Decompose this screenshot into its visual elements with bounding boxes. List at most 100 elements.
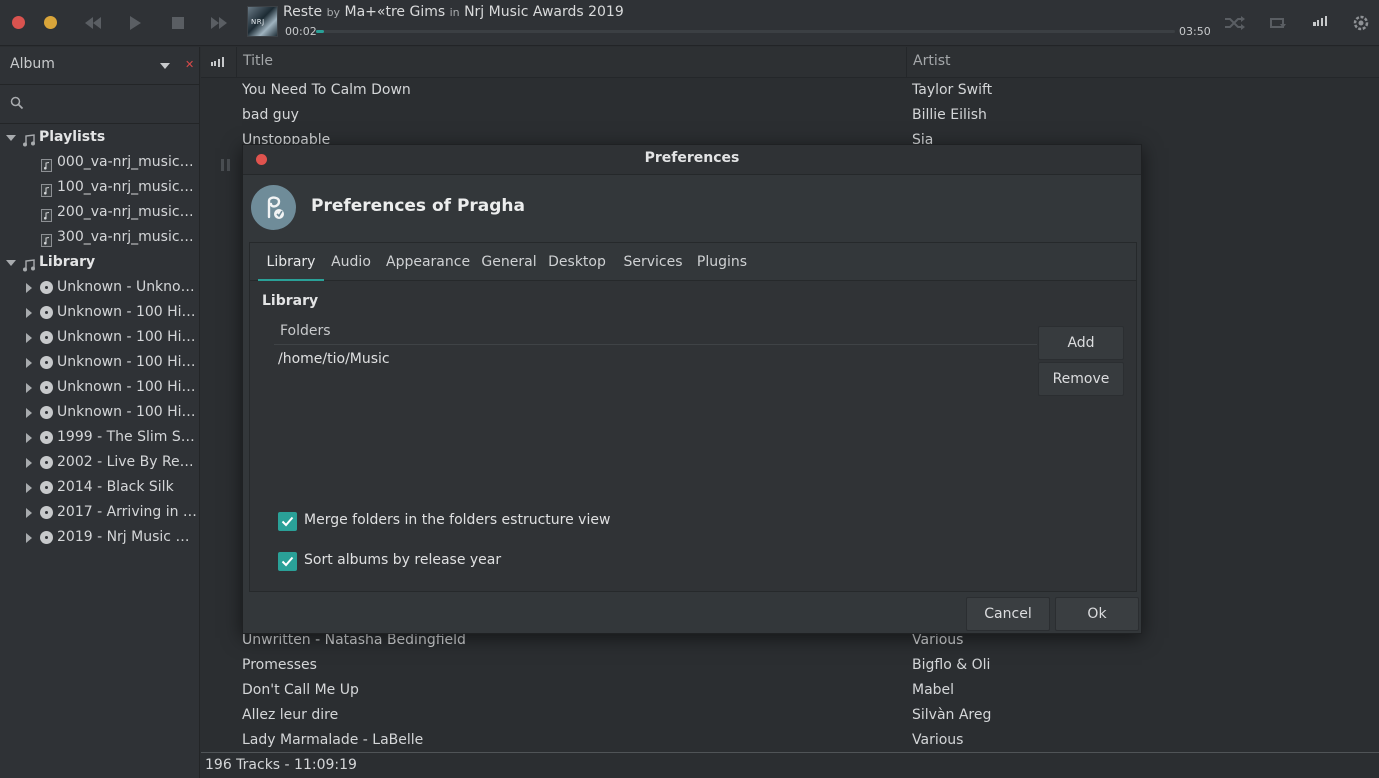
window-close-button[interactable] — [12, 16, 25, 29]
tree-playlist-item-label: 100_va-nrj_music_aw… — [57, 179, 197, 195]
tree-album-item[interactable]: 1999 - The Slim Shady… — [0, 425, 200, 450]
tree-album-item[interactable]: Unknown - Unknown … — [0, 275, 200, 300]
tab-library[interactable]: Library — [258, 243, 324, 281]
close-icon[interactable]: ✕ — [185, 58, 194, 71]
expander-right-icon[interactable] — [26, 508, 32, 518]
add-folder-button[interactable]: Add — [1038, 326, 1124, 360]
next-track-button[interactable] — [208, 12, 230, 34]
cancel-button[interactable]: Cancel — [966, 597, 1050, 631]
album-cover-thumbnail[interactable]: NRJ — [247, 6, 278, 37]
track-row[interactable]: You Need To Calm Down Taylor Swift — [201, 78, 1379, 103]
tab-audio[interactable]: Audio — [328, 243, 374, 281]
track-artist: Billie Eilish — [912, 107, 987, 123]
tree-album-item[interactable]: Unknown - 100 Hits C… — [0, 300, 200, 325]
previous-track-button[interactable] — [82, 12, 104, 34]
tree-library-header[interactable]: Library — [0, 250, 200, 275]
track-row[interactable]: Promesses Bigflo & Oli — [201, 653, 1379, 678]
shuffle-button[interactable] — [1224, 12, 1246, 34]
dialog-title: Preferences — [644, 150, 740, 166]
progress-bar[interactable] — [316, 30, 1175, 33]
remove-folder-button[interactable]: Remove — [1038, 362, 1124, 396]
folder-item[interactable]: /home/tio/Music — [278, 351, 390, 367]
expander-right-icon[interactable] — [26, 533, 32, 543]
play-button[interactable] — [124, 12, 146, 34]
sort-albums-checkbox[interactable] — [278, 552, 297, 571]
tree-album-item[interactable]: 2002 - Live By Request — [0, 450, 200, 475]
expander-right-icon[interactable] — [26, 458, 32, 468]
tree-playlist-item[interactable]: 000_va-nrj_music_aw… — [0, 150, 200, 175]
repeat-icon — [1270, 18, 1286, 28]
track-title: Don't Call Me Up — [242, 682, 359, 698]
tree-album-item[interactable]: 2014 - Black Silk — [0, 475, 200, 500]
checkmark-icon — [281, 516, 294, 527]
expander-down-icon[interactable] — [6, 260, 16, 266]
tree-playlist-item-label: 000_va-nrj_music_aw… — [57, 154, 197, 170]
column-header-title[interactable]: Title — [243, 53, 273, 69]
status-bar: 196 Tracks - 11:09:19 — [201, 752, 1379, 778]
playing-indicator-icon — [211, 57, 224, 67]
expander-right-icon[interactable] — [26, 358, 32, 368]
disc-icon — [40, 431, 53, 444]
pragha-logo-icon — [251, 185, 296, 230]
tree-album-item[interactable]: Unknown - 100 Hits C… — [0, 325, 200, 350]
tab-services[interactable]: Services — [620, 243, 686, 281]
tree-playlist-item[interactable]: 100_va-nrj_music_aw… — [0, 175, 200, 200]
elapsed-time: 00:02 — [285, 25, 317, 38]
tab-appearance[interactable]: Appearance — [386, 243, 470, 281]
preferences-notebook: Library Audio Appearance General Desktop Serv… — [249, 242, 1137, 592]
dialog-titlebar: Preferences — [243, 145, 1141, 175]
library-search-field[interactable] — [0, 86, 200, 124]
library-view-selector[interactable]: Album ✕ — [0, 47, 200, 85]
expander-right-icon[interactable] — [26, 333, 32, 343]
playlist-file-icon — [41, 181, 54, 197]
ok-button[interactable]: Ok — [1055, 597, 1139, 631]
preferences-tabs: Library Audio Appearance General Desktop Serv… — [250, 243, 1136, 281]
now-playing-by: by — [326, 6, 341, 19]
tree-album-item[interactable]: 2017 - Arriving in Aut… — [0, 500, 200, 525]
stop-button[interactable] — [167, 12, 189, 34]
disc-icon — [40, 331, 53, 344]
chevron-down-icon[interactable] — [160, 63, 170, 69]
tree-playlist-item[interactable]: 300_va-nrj_music_aw… — [0, 225, 200, 250]
music-note-icon — [22, 131, 35, 147]
track-row[interactable]: bad guy Billie Eilish — [201, 103, 1379, 128]
track-row[interactable]: Lady Marmalade - LaBelle Various — [201, 728, 1379, 753]
tree-album-item[interactable]: Unknown - 100 Hits C… — [0, 375, 200, 400]
track-title: Lady Marmalade - LaBelle — [242, 732, 424, 748]
window-minimize-button[interactable] — [44, 16, 57, 29]
track-row[interactable]: Allez leur dire Silvàn Areg — [201, 703, 1379, 728]
playlist-file-icon — [41, 156, 54, 172]
merge-folders-label: Merge folders in the folders estructure … — [304, 512, 611, 528]
tree-album-item[interactable]: Unknown - 100 Hits C… — [0, 350, 200, 375]
tree-playlists-header[interactable]: Playlists — [0, 125, 200, 150]
expander-down-icon[interactable] — [6, 135, 16, 141]
repeat-button[interactable] — [1266, 12, 1288, 34]
tab-general[interactable]: General — [479, 243, 539, 281]
expander-right-icon[interactable] — [26, 383, 32, 393]
disc-icon — [40, 506, 53, 519]
track-artist: Taylor Swift — [912, 82, 993, 98]
tree-album-item-label: Unknown - 100 Hits C… — [57, 304, 197, 320]
tree-playlist-item[interactable]: 200_va-nrj_music_aw… — [0, 200, 200, 225]
total-time: 03:50 — [1179, 25, 1211, 38]
folders-list-header: Folders — [274, 319, 1037, 345]
track-title: bad guy — [242, 107, 299, 123]
merge-folders-checkbox[interactable] — [278, 512, 297, 531]
tab-plugins[interactable]: Plugins — [692, 243, 752, 281]
expander-right-icon[interactable] — [26, 283, 32, 293]
folders-list[interactable]: Folders /home/tio/Music — [274, 319, 1037, 469]
volume-button[interactable] — [1309, 12, 1331, 34]
track-count-status: 196 Tracks - 11:09:19 — [205, 757, 357, 773]
previous-icon — [85, 17, 101, 29]
tree-album-item[interactable]: Unknown - 100 Hits C… — [0, 400, 200, 425]
track-title: You Need To Calm Down — [242, 82, 411, 98]
column-header-artist[interactable]: Artist — [913, 53, 951, 69]
expander-right-icon[interactable] — [26, 433, 32, 443]
expander-right-icon[interactable] — [26, 308, 32, 318]
expander-right-icon[interactable] — [26, 408, 32, 418]
tab-desktop[interactable]: Desktop — [547, 243, 607, 281]
tree-album-item[interactable]: 2019 - Nrj Music Awa… — [0, 525, 200, 550]
expander-right-icon[interactable] — [26, 483, 32, 493]
track-row[interactable]: Don't Call Me Up Mabel — [201, 678, 1379, 703]
settings-button[interactable] — [1350, 12, 1372, 34]
